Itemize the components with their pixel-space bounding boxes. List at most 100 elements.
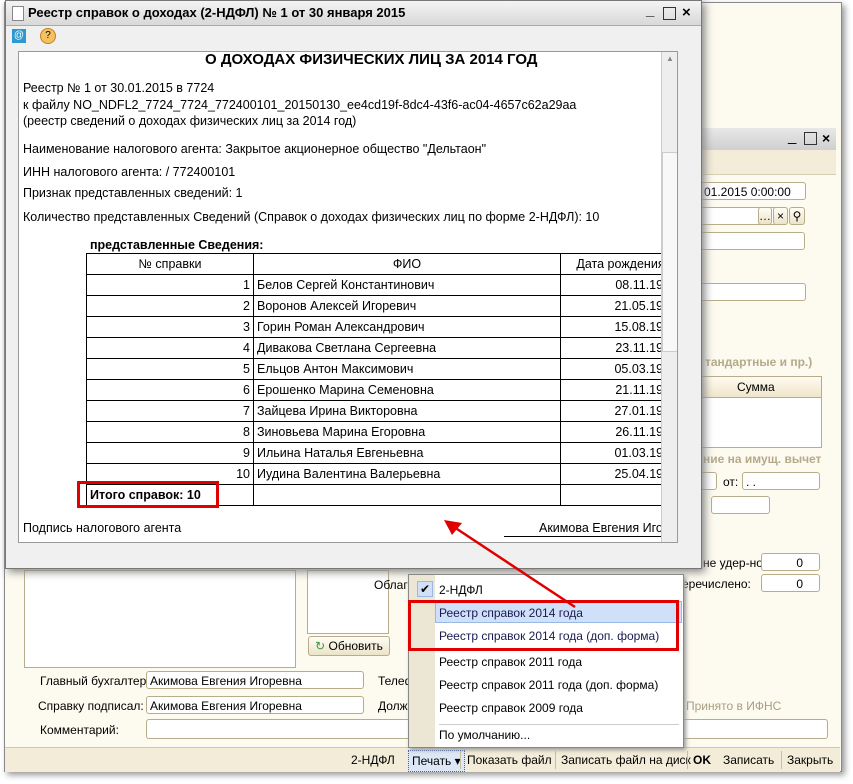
maximize-icon[interactable]: [804, 132, 817, 145]
col-name: ФИО: [253, 253, 561, 275]
row-number: 6: [86, 379, 254, 401]
back-window-titlebar: _ ×: [700, 128, 836, 151]
field-2[interactable]: [700, 232, 805, 250]
menu-item[interactable]: Реестр справок 2011 года (доп. форма): [439, 678, 658, 692]
minimize-icon[interactable]: _: [646, 0, 654, 23]
transferred-field[interactable]: 0: [761, 574, 820, 592]
print-button[interactable]: Печать ▾: [408, 750, 465, 772]
email-icon[interactable]: @: [12, 29, 26, 43]
annotation-arrow: [444, 520, 576, 609]
col-sum-header: Сумма: [737, 380, 775, 394]
menu-item[interactable]: По умолчанию...: [439, 728, 530, 742]
notice-number-field[interactable]: [700, 472, 717, 490]
table-row: 4 Дивакова Светлана Сергеевна 23.11.1986: [86, 337, 677, 359]
row-number: 5: [86, 358, 254, 380]
position-label: Долж: [378, 699, 408, 713]
agent-line: Наименование налогового агента: Закрытое…: [23, 142, 487, 156]
accepted-checkbox-label[interactable]: Принято в ИФНС: [686, 699, 781, 713]
table-row: 7 Зайцева Ирина Викторовна 27.01.1981: [86, 400, 677, 422]
from-date-field[interactable]: . .: [742, 472, 820, 490]
show-file-button[interactable]: Показать файл: [467, 753, 552, 767]
help-icon[interactable]: ?: [40, 28, 56, 44]
row-number: 2: [86, 295, 254, 317]
chief-accountant-label: Главный бухгалтер:: [40, 674, 150, 688]
certificates-table: № справки ФИО Дата рождения 1 Белов Серге…: [86, 253, 677, 506]
comment-label: Комментарий:: [40, 723, 119, 737]
search-icon[interactable]: ⚲: [789, 207, 805, 225]
row-number: 4: [86, 337, 254, 359]
total-highlight-box: [77, 481, 219, 508]
table-row: 9 Ильина Наталья Евгеньевна 01.03.1968: [86, 442, 677, 464]
row-name: Зиновьева Марина Егоровна: [253, 421, 561, 443]
row-name: Ильина Наталья Евгеньевна: [253, 442, 561, 464]
signed-label: Справку подписал:: [38, 699, 144, 713]
signature-label: Подпись налогового агента: [23, 521, 182, 535]
row-name: Зайцева Ирина Викторовна: [253, 400, 561, 422]
maximize-icon[interactable]: [663, 7, 676, 20]
chief-accountant-field[interactable]: Акимова Евгения Игоревна: [146, 671, 364, 689]
taxable-label: Облаг: [374, 578, 408, 592]
print-label: Печать: [412, 754, 452, 768]
row-name: Иудина Валентина Валерьевна: [253, 463, 561, 485]
save-button[interactable]: Записать: [723, 753, 774, 767]
row-name: Ерошенко Марина Семеновна: [253, 379, 561, 401]
close-icon[interactable]: ×: [822, 130, 830, 146]
deductions-table[interactable]: Сумма: [700, 376, 822, 448]
row-number: 7: [86, 400, 254, 422]
section-standard-label: тандартные и пр.): [705, 355, 813, 369]
table-caption: представленные Сведения:: [90, 238, 264, 252]
select-button[interactable]: …: [758, 207, 772, 225]
table-row: 3 Горин Роман Александрович 15.08.1988: [86, 316, 677, 338]
registry-line: Реестр № 1 от 30.01.2015 в 7724: [23, 81, 215, 95]
close-icon[interactable]: ×: [682, 1, 691, 25]
col-number: № справки: [86, 253, 254, 275]
ndfl-button[interactable]: 2-НДФЛ: [351, 753, 395, 767]
save-file-button[interactable]: Записать файл на диск: [561, 753, 691, 767]
document-icon: [12, 6, 24, 21]
row-number: 8: [86, 421, 254, 443]
field-4[interactable]: [711, 496, 770, 514]
front-window-titlebar: Реестр справок о доходах (2-НДФЛ) № 1 от…: [6, 1, 701, 26]
refresh-button[interactable]: ↻ Обновить: [308, 636, 390, 656]
sign-line: Признак представленных сведений: 1: [23, 186, 243, 200]
bottom-command-bar: 2-НДФЛ Печать ▾ Показать файл Записать ф…: [5, 747, 840, 772]
count-line: Количество представленных Сведений (Спра…: [23, 210, 600, 224]
not-withheld-label: не удер-но:: [703, 556, 767, 570]
vertical-scrollbar[interactable]: ▲: [661, 52, 677, 542]
signed-field[interactable]: Акимова Евгения Игоревна: [146, 696, 364, 714]
row-name: Ельцов Антон Максимович: [253, 358, 561, 380]
not-withheld-field[interactable]: 0: [761, 553, 820, 571]
row-number: 9: [86, 442, 254, 464]
check-icon: ✔: [417, 581, 434, 597]
table-row: 2 Воронов Алексей Игоревич 21.05.1963: [86, 295, 677, 317]
row-number: 3: [86, 316, 254, 338]
row-name: Дивакова Светлана Сергеевна: [253, 337, 561, 359]
menu-item[interactable]: Реестр справок 2009 года: [439, 701, 583, 715]
minimize-icon[interactable]: _: [788, 128, 796, 145]
ok-button[interactable]: OK: [693, 753, 711, 767]
registry-desc-line: (реестр сведений о доходах физических ли…: [23, 114, 357, 128]
file-line: к файлу NO_NDFL2_7724_7724_772400101_201…: [23, 98, 577, 112]
date-field[interactable]: 01.2015 0:00:00: [700, 182, 806, 200]
clear-icon[interactable]: ×: [773, 207, 788, 225]
section-property-label: ние на имущ. вычет: [703, 452, 822, 466]
table-row: 5 Ельцов Антон Максимович 05.03.1980: [86, 358, 677, 380]
back-window-toolbar: [700, 150, 836, 175]
row-name: Воронов Алексей Игоревич: [253, 295, 561, 317]
window-title: Реестр справок о доходах (2-НДФЛ) № 1 от…: [28, 5, 406, 20]
table-row: 8 Зиновьева Марина Егоровна 26.11.1965: [86, 421, 677, 443]
close-button[interactable]: Закрыть: [787, 753, 833, 767]
row-number: 1: [86, 274, 254, 296]
from-label: от:: [723, 475, 739, 489]
table-row: 6 Ерошенко Марина Семеновна 21.11.1962: [86, 379, 677, 401]
scrollbar-thumb[interactable]: [662, 152, 677, 352]
report-document: О ДОХОДАХ ФИЗИЧЕСКИХ ЛИЦ ЗА 2014 ГОД Рее…: [18, 51, 678, 543]
field-3[interactable]: [700, 283, 806, 301]
row-name: Белов Сергей Константинович: [253, 274, 561, 296]
row-name: Горин Роман Александрович: [253, 316, 561, 338]
menu-item[interactable]: Реестр справок 2011 года: [439, 655, 582, 669]
transferred-label: еречислено:: [682, 577, 751, 591]
inn-line: ИНН налогового агента: / 772400101: [23, 165, 236, 179]
list-panel[interactable]: [24, 570, 296, 668]
refresh-icon: ↻: [315, 639, 326, 653]
